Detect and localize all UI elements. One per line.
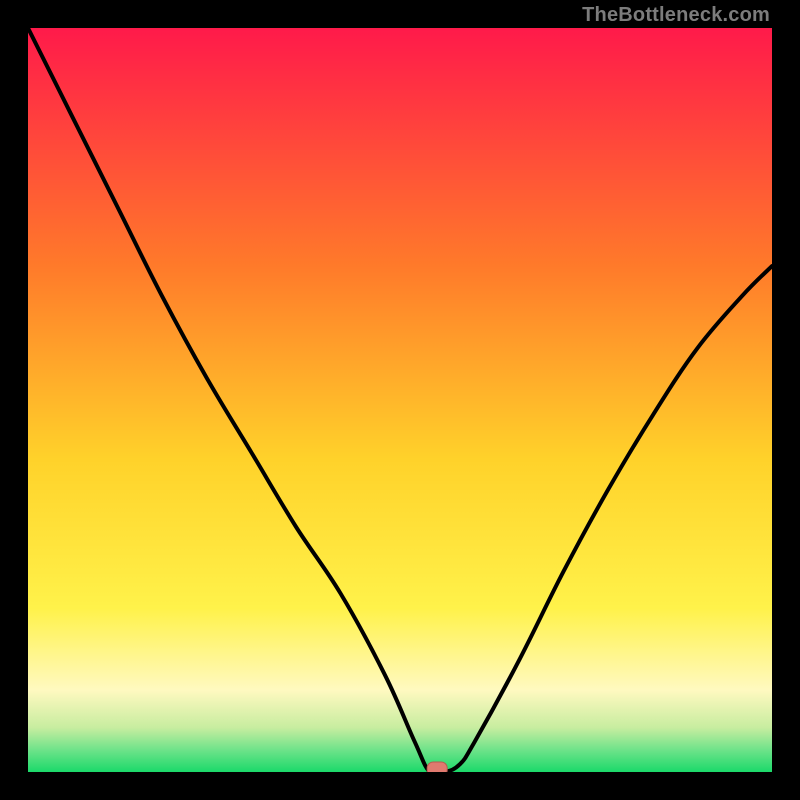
plot-area [28,28,772,772]
bottleneck-curve-path [28,28,772,772]
minimum-marker [427,762,447,772]
watermark-text: TheBottleneck.com [582,4,770,27]
chart-frame: { "watermark": "TheBottleneck.com", "col… [0,0,800,800]
curve-layer [28,28,772,772]
